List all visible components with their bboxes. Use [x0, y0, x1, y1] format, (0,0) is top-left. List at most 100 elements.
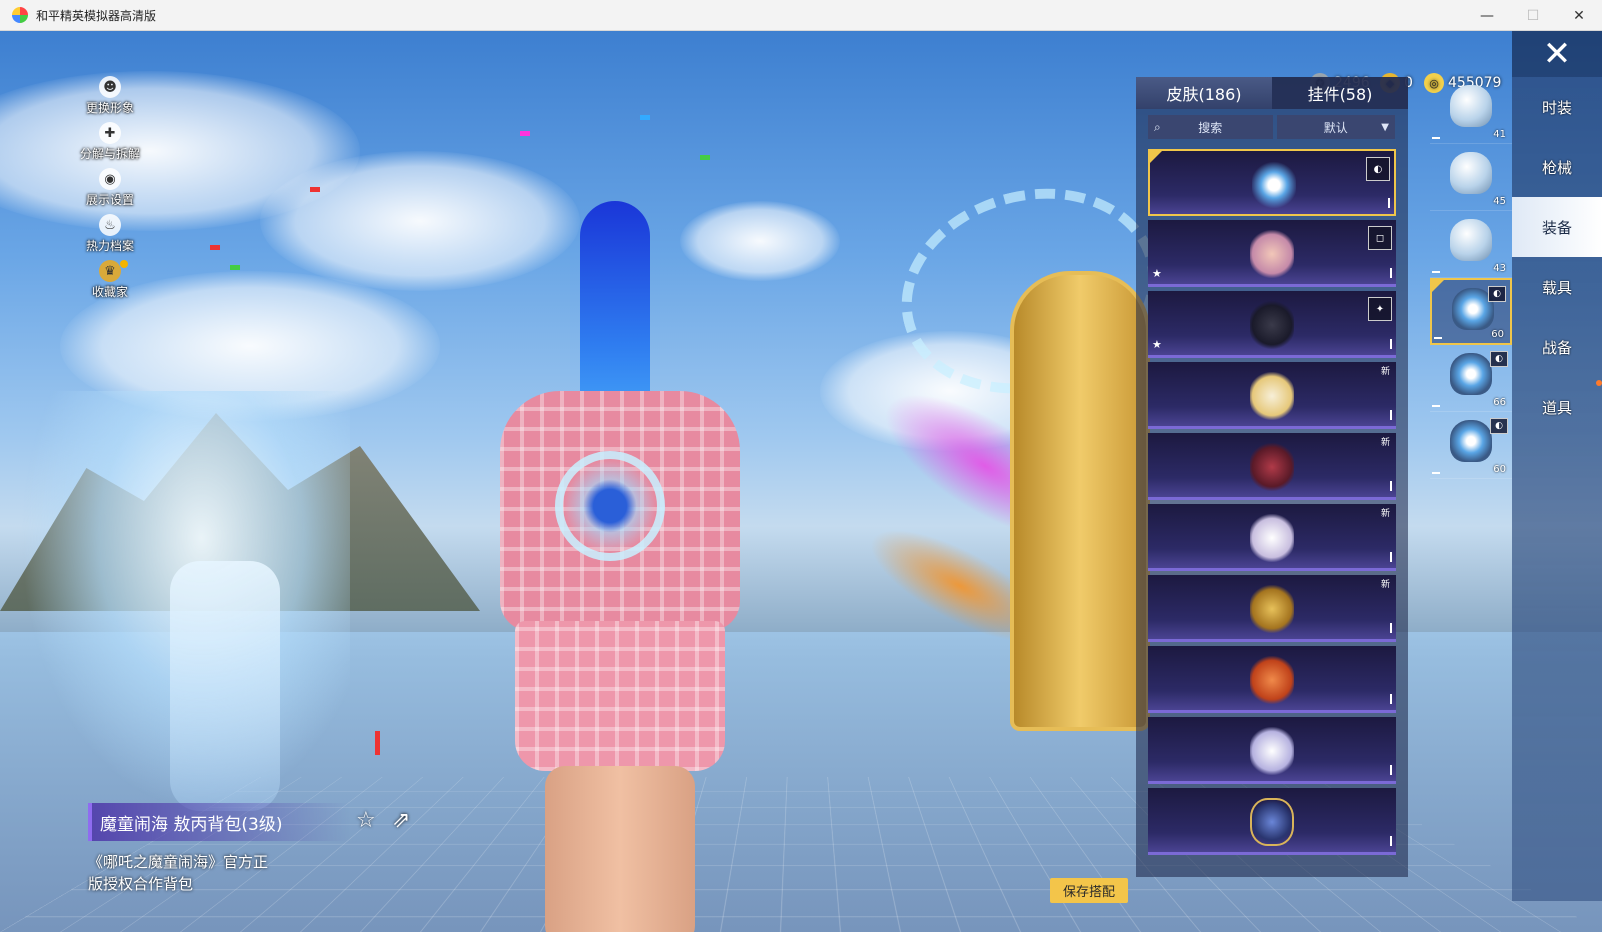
heat-archive-button[interactable]: ♨ 热力档案 [70, 214, 150, 260]
tab-props[interactable]: 道具 [1512, 377, 1602, 437]
item-tabs: 皮肤(186) 挂件(58) [1136, 77, 1408, 109]
equip-marker [1432, 472, 1440, 474]
item-card[interactable]: 新 [1148, 433, 1396, 500]
tab-firearms[interactable]: 枪械 [1512, 137, 1602, 197]
share-icon[interactable]: ⇗ [392, 808, 410, 833]
vest-icon [1450, 219, 1492, 261]
helmet-thumb[interactable]: 41 [1430, 77, 1512, 144]
backpack-thumb[interactable]: ◐ 60 [1430, 278, 1512, 345]
thumb-level: 66 [1493, 397, 1506, 408]
left-menu: ☻ 更换形象 ✚ 分解与拆解 ◉ 展示设置 ♨ 热力档案 ♛ 收藏家 [70, 76, 150, 306]
maximize-button[interactable]: ☐ [1510, 0, 1556, 31]
item-bar [1390, 623, 1392, 633]
save-outfit-button[interactable]: 保存搭配 [1050, 878, 1128, 903]
minimize-button[interactable]: — [1464, 0, 1510, 31]
preview-corner-icon: ◐ [1366, 157, 1390, 181]
app-logo-icon [12, 7, 28, 23]
item-art [1250, 656, 1294, 704]
new-badge: 新 [1380, 367, 1390, 377]
decompose-button[interactable]: ✚ 分解与拆解 [70, 122, 150, 168]
item-card[interactable] [1148, 717, 1396, 784]
item-card[interactable]: 新 [1148, 362, 1396, 429]
item-bar [1390, 765, 1392, 775]
equipment-thumbnails: 41 45 43 ◐ 60 ◐ 66 ◐ 60 [1430, 77, 1512, 497]
notification-dot [1596, 380, 1602, 386]
sort-dropdown[interactable]: 默认 ▼ [1276, 115, 1395, 139]
equip-marker [1432, 405, 1440, 407]
tab-battle-prep[interactable]: 战备 [1512, 317, 1602, 377]
heat-archive-label: 热力档案 [85, 239, 134, 253]
item-bar [1390, 268, 1392, 278]
new-badge: 新 [1380, 580, 1390, 590]
equip-marker [1432, 137, 1440, 139]
tab-vehicles[interactable]: 载具 [1512, 257, 1602, 317]
display-settings-button[interactable]: ◉ 展示设置 [70, 168, 150, 214]
thumb-level: 60 [1493, 464, 1506, 475]
change-avatar-button[interactable]: ☻ 更换形象 [70, 76, 150, 122]
window-close-button[interactable]: ✕ [1556, 0, 1602, 31]
item-art [1250, 514, 1294, 562]
item-list: ◐ ◻ ★ ✦ ★ 新 新 新 新 [1136, 149, 1408, 855]
item-name-banner: 魔童闹海 敖丙背包(3级) [88, 803, 350, 841]
item-card[interactable]: ◻ ★ [1148, 220, 1396, 287]
collector-button[interactable]: ♛ 收藏家 [70, 260, 150, 306]
item-card[interactable]: 新 [1148, 504, 1396, 571]
player-character[interactable] [470, 201, 790, 932]
selected-check-icon [1150, 151, 1162, 163]
thumb-level: 43 [1493, 263, 1506, 274]
tab-equipment[interactable]: 装备 [1512, 197, 1602, 257]
backpack-icon [1450, 353, 1492, 395]
window-title: 和平精英模拟器高清版 [36, 8, 157, 23]
thumb-level: 41 [1493, 129, 1506, 140]
confetti [210, 245, 220, 250]
change-avatar-label: 更换形象 [85, 101, 134, 115]
collector-badge-icon: ♛ [99, 260, 121, 282]
search-input[interactable]: ⌕ 搜索 [1148, 115, 1273, 139]
item-bar [1390, 694, 1392, 704]
tab-skins[interactable]: 皮肤(186) [1136, 77, 1272, 109]
armor-thumb[interactable]: 45 [1430, 144, 1512, 211]
backpack-variant-thumb[interactable]: ◐ 60 [1430, 412, 1512, 479]
window-titlebar: 和平精英模拟器高清版 — ☐ ✕ [0, 0, 1602, 31]
backpack-variant-thumb[interactable]: ◐ 66 [1430, 345, 1512, 412]
star-icon: ★ [1152, 267, 1162, 280]
confetti [375, 731, 380, 755]
close-panel-button[interactable]: ✕ [1512, 31, 1602, 77]
item-description: 《哪吒之魔童闹海》官方正版授权合作背包 [88, 853, 269, 893]
thumb-level: 60 [1491, 329, 1504, 340]
thumb-level: 45 [1493, 196, 1506, 207]
item-bar [1390, 552, 1392, 562]
equip-marker [1434, 337, 1442, 339]
preview-corner-icon: ✦ [1368, 297, 1392, 321]
item-art [1250, 301, 1294, 349]
category-tabs: 时装 枪械 装备 载具 战备 道具 [1512, 77, 1602, 901]
vest-thumb[interactable]: 43 [1430, 211, 1512, 278]
item-art [1250, 727, 1294, 775]
item-card[interactable] [1148, 788, 1396, 855]
character-legs [545, 766, 695, 932]
item-bar [1390, 836, 1392, 846]
tab-pendants[interactable]: 挂件(58) [1272, 77, 1408, 109]
character-skirt [515, 621, 725, 771]
helmet-icon [1450, 85, 1492, 127]
new-badge: 新 [1380, 438, 1390, 448]
confetti [310, 187, 320, 192]
ice-qilin-mount [20, 391, 350, 811]
tab-fashion[interactable]: 时装 [1512, 77, 1602, 137]
favorite-star-icon[interactable]: ☆ [356, 808, 376, 833]
item-name: 魔童闹海 敖丙背包(3级) [100, 814, 283, 835]
item-card[interactable]: ✦ ★ [1148, 291, 1396, 358]
notification-dot [120, 260, 128, 268]
search-placeholder: 搜索 [1198, 120, 1223, 135]
armor-icon [1450, 152, 1492, 194]
backpack-icon [1450, 420, 1492, 462]
item-card[interactable]: 新 [1148, 575, 1396, 642]
item-card[interactable] [1148, 646, 1396, 713]
decompose-label: 分解与拆解 [79, 147, 140, 161]
filter-bar: ⌕ 搜索 默认 ▼ [1136, 109, 1408, 145]
confetti [700, 155, 710, 160]
item-bar [1390, 481, 1392, 491]
item-art [1250, 230, 1294, 278]
item-card[interactable]: ◐ [1148, 149, 1396, 216]
preview-corner-icon: ◐ [1490, 351, 1508, 367]
